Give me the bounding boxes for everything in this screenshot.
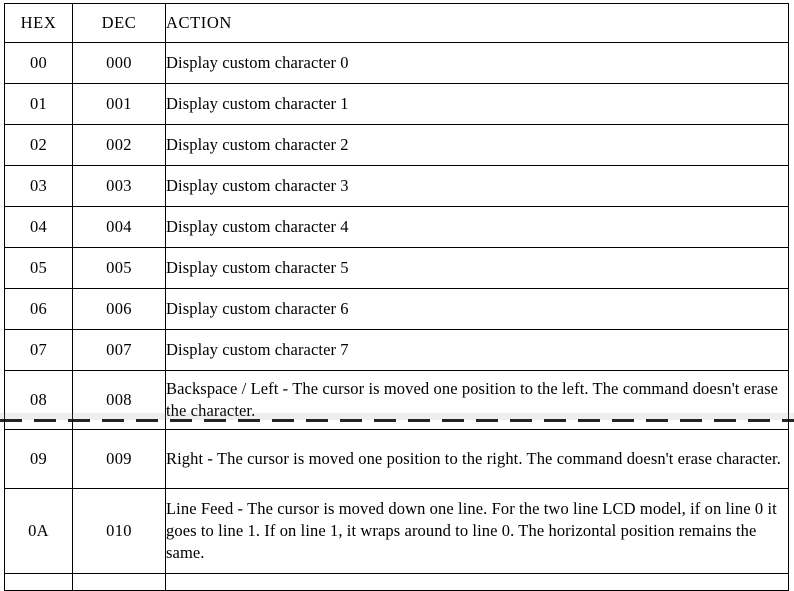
- cell-action: Line Feed - The cursor is moved down one…: [165, 488, 789, 574]
- cell-hex: [4, 573, 73, 591]
- cell-action: Display custom character 7: [165, 329, 789, 371]
- cell-dec: 006: [72, 288, 166, 330]
- cell-action: Display custom character 4: [165, 206, 789, 248]
- cell-dec: 010: [72, 488, 166, 574]
- cell-hex: 00: [4, 42, 73, 84]
- cell-dec: 002: [72, 124, 166, 166]
- cell-dec: 008: [72, 370, 166, 430]
- cell-hex: 04: [4, 206, 73, 248]
- column-header-hex: HEX: [4, 3, 73, 43]
- cell-hex: 02: [4, 124, 73, 166]
- cell-hex: 01: [4, 83, 73, 125]
- cell-action: Display custom character 2: [165, 124, 789, 166]
- cell-action: Display custom character 6: [165, 288, 789, 330]
- cell-action: Backspace / Left - The cursor is moved o…: [165, 370, 789, 430]
- cell-dec: 004: [72, 206, 166, 248]
- table-row: 07 007 Display custom character 7: [4, 329, 789, 371]
- cell-dec: 001: [72, 83, 166, 125]
- lcd-command-table: HEX DEC ACTION 00 000 Display custom cha…: [4, 3, 789, 591]
- table-row: 06 006 Display custom character 6: [4, 288, 789, 330]
- cell-action: Display custom character 3: [165, 165, 789, 207]
- table-row: 08 008 Backspace / Left - The cursor is …: [4, 370, 789, 430]
- table-row: 02 002 Display custom character 2: [4, 124, 789, 166]
- table-row: 09 009 Right - The cursor is moved one p…: [4, 429, 789, 489]
- command-table-container: HEX DEC ACTION 00 000 Display custom cha…: [4, 3, 789, 591]
- cell-dec: [72, 573, 166, 591]
- cell-dec: 007: [72, 329, 166, 371]
- table-row-partial: [4, 573, 789, 591]
- cell-dec: 003: [72, 165, 166, 207]
- table-row: 04 004 Display custom character 4: [4, 206, 789, 248]
- table-body: 00 000 Display custom character 0 01 001…: [4, 42, 789, 591]
- table-header-row: HEX DEC ACTION: [4, 3, 789, 43]
- cell-action: [165, 573, 789, 591]
- cell-dec: 005: [72, 247, 166, 289]
- cell-action: Display custom character 5: [165, 247, 789, 289]
- cell-dec: 009: [72, 429, 166, 489]
- column-header-dec: DEC: [72, 3, 166, 43]
- column-header-action: ACTION: [165, 3, 789, 43]
- cell-hex: 07: [4, 329, 73, 371]
- cell-hex: 05: [4, 247, 73, 289]
- cell-action: Display custom character 0: [165, 42, 789, 84]
- cell-hex: 03: [4, 165, 73, 207]
- cell-dec: 000: [72, 42, 166, 84]
- table-row: 00 000 Display custom character 0: [4, 42, 789, 84]
- cell-hex: 0A: [4, 488, 73, 574]
- cell-action: Display custom character 1: [165, 83, 789, 125]
- table-row: 0A 010 Line Feed - The cursor is moved d…: [4, 488, 789, 574]
- table-row: 03 003 Display custom character 3: [4, 165, 789, 207]
- table-row: 01 001 Display custom character 1: [4, 83, 789, 125]
- cell-hex: 09: [4, 429, 73, 489]
- cell-hex: 08: [4, 370, 73, 430]
- cell-hex: 06: [4, 288, 73, 330]
- table-header: HEX DEC ACTION: [4, 3, 789, 43]
- table-row: 05 005 Display custom character 5: [4, 247, 789, 289]
- cell-action: Right - The cursor is moved one position…: [165, 429, 789, 489]
